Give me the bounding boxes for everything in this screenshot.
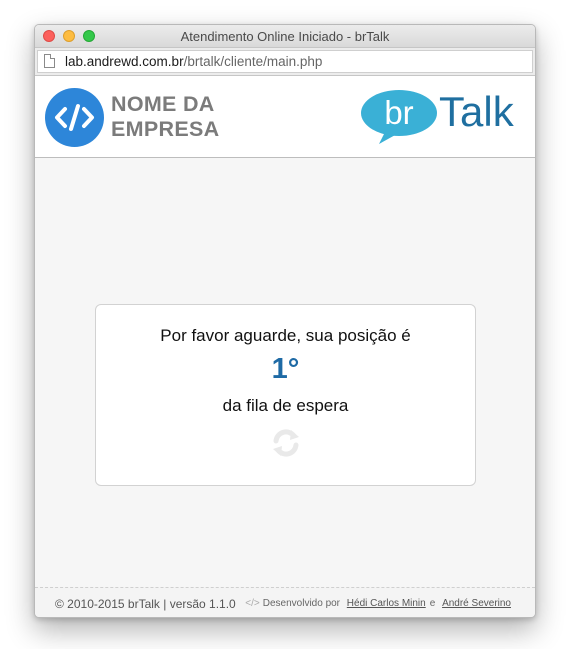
refresh-icon xyxy=(273,429,299,457)
window-title: Atendimento Online Iniciado - brTalk xyxy=(180,29,390,44)
code-brackets-small-icon: </> xyxy=(245,598,260,609)
author-link-andre[interactable]: André Severino xyxy=(442,598,511,609)
developed-by-label: Desenvolvido por xyxy=(262,598,341,609)
company-name: NOME DA EMPRESA xyxy=(111,92,219,142)
developer-credits: </> Desenvolvido por Hédi Carlos Minin e A… xyxy=(245,598,515,609)
queue-position: 1° xyxy=(271,353,300,385)
url-host: lab.andrewd.com.br xyxy=(65,54,184,69)
title-bar: Atendimento Online Iniciado - brTalk xyxy=(35,25,535,48)
url-text[interactable]: lab.andrewd.com.br/brtalk/cliente/main.p… xyxy=(65,54,322,69)
company-name-line1: NOME DA xyxy=(111,92,215,116)
queue-message-before: Por favor aguarde, sua posição é xyxy=(160,326,411,345)
queue-message-after: da fila de espera xyxy=(222,396,349,415)
document-icon xyxy=(44,54,55,68)
url-path: /brtalk/cliente/main.php xyxy=(183,54,323,69)
page-header: NOME DA EMPRESA br Talk xyxy=(35,76,535,158)
brand-br-text: br xyxy=(384,94,413,131)
main-content: Por favor aguarde, sua posição é 1° da f… xyxy=(35,158,535,587)
brtalk-logo: br Talk xyxy=(361,88,515,144)
address-bar: lab.andrewd.com.br/brtalk/cliente/main.p… xyxy=(35,48,535,76)
page-footer: © 2010-2015 brTalk | versão 1.1.0 </> Des… xyxy=(35,587,535,617)
browser-window: Atendimento Online Iniciado - brTalk lab… xyxy=(34,24,536,618)
copyright-text: © 2010-2015 brTalk | versão 1.1.0 xyxy=(55,597,236,611)
code-brackets-icon xyxy=(45,88,104,147)
credits-conjunction: e xyxy=(429,598,436,609)
queue-status-card: Por favor aguarde, sua posição é 1° da f… xyxy=(95,304,476,486)
brand-talk-text: Talk xyxy=(439,88,515,135)
company-name-line2: EMPRESA xyxy=(111,117,220,141)
author-link-hedi[interactable]: Hédi Carlos Minin xyxy=(347,598,426,609)
url-field[interactable]: lab.andrewd.com.br/brtalk/cliente/main.p… xyxy=(37,50,533,73)
